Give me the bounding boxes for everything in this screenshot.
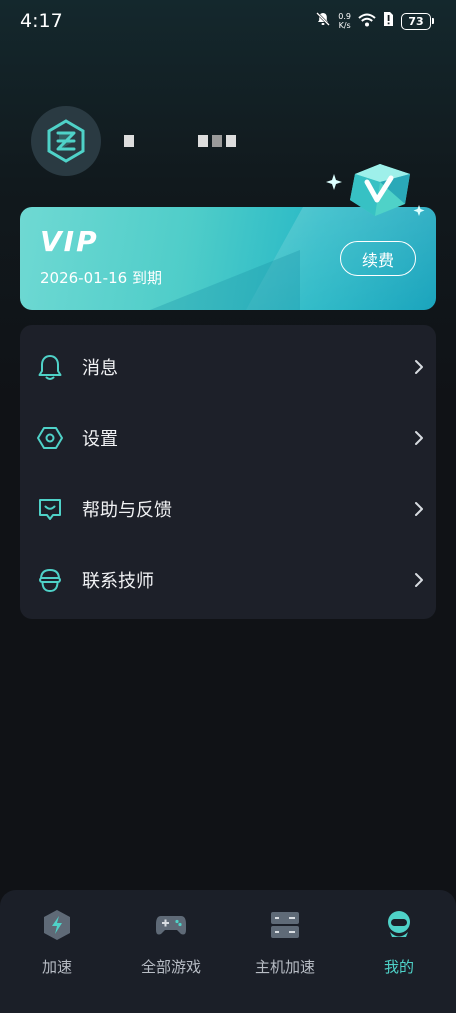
vip-card[interactable]: VIP 2026-01-16 到期 续费 — [20, 207, 436, 310]
renew-button[interactable]: 续费 — [340, 241, 416, 276]
feedback-chat-icon — [36, 495, 64, 523]
net-speed-value: 0.9 — [338, 12, 351, 21]
mute-bell-icon — [315, 11, 331, 31]
username-masked — [124, 132, 240, 151]
chevron-right-icon — [415, 359, 423, 374]
nav-tab-all-games[interactable]: 全部游戏 — [114, 890, 228, 1000]
sim-alert-icon — [383, 11, 394, 31]
menu-item-settings[interactable]: 设置 — [20, 402, 436, 473]
vip-diamond-icon — [326, 164, 425, 216]
nav-label: 我的 — [383, 958, 414, 976]
menu-item-label: 设置 — [82, 428, 118, 450]
battery-level: 73 — [401, 12, 431, 30]
menu-item-help-feedback[interactable]: 帮助与反馈 — [20, 473, 436, 544]
nav-label: 主机加速 — [254, 958, 315, 976]
nav-tab-accelerate[interactable]: 加速 — [0, 890, 114, 1000]
nav-tab-console-accelerate[interactable]: 主机加速 — [228, 890, 342, 1000]
chevron-right-icon — [415, 572, 423, 587]
menu-item-label: 帮助与反馈 — [82, 499, 172, 521]
my-page: 4:17 0.9 K/s 73 VIP 2026-01-16 到期 续费 消息 … — [0, 0, 456, 1013]
vip-title: VIP — [40, 225, 99, 258]
status-bar: 4:17 0.9 K/s 73 — [0, 0, 456, 42]
menu-item-contact-technician[interactable]: 联系技师 — [20, 544, 436, 615]
nav-tab-mine[interactable]: 我的 — [342, 890, 456, 1000]
app-logo-icon — [47, 119, 85, 163]
console-host-icon — [268, 908, 302, 942]
menu-card: 消息 设置 帮助与反馈 联系技师 — [20, 325, 436, 619]
nav-label: 加速 — [41, 958, 72, 976]
net-speed: 0.9 K/s — [338, 12, 351, 30]
bottom-nav: 加速 全部游戏 主机加速 我的 — [0, 890, 456, 1013]
net-speed-unit: K/s — [338, 21, 351, 30]
menu-item-messages[interactable]: 消息 — [20, 331, 436, 402]
vip-expiry-date: 2026-01-16 到期 — [40, 269, 162, 287]
profile-robot-icon — [382, 908, 416, 942]
wifi-icon — [358, 12, 376, 31]
chevron-right-icon — [415, 430, 423, 445]
status-time: 4:17 — [20, 10, 63, 32]
bell-icon — [36, 353, 64, 381]
settings-hex-icon — [36, 424, 64, 452]
menu-item-label: 联系技师 — [82, 570, 154, 592]
avatar[interactable] — [31, 106, 101, 176]
menu-item-label: 消息 — [82, 357, 118, 379]
nav-label: 全部游戏 — [140, 958, 201, 976]
chevron-right-icon — [415, 501, 423, 516]
status-icons: 0.9 K/s 73 — [315, 10, 434, 32]
battery-icon: 73 — [401, 12, 434, 30]
lightning-shield-icon — [40, 908, 74, 942]
technician-icon — [36, 566, 64, 594]
gamepad-icon — [154, 908, 188, 942]
